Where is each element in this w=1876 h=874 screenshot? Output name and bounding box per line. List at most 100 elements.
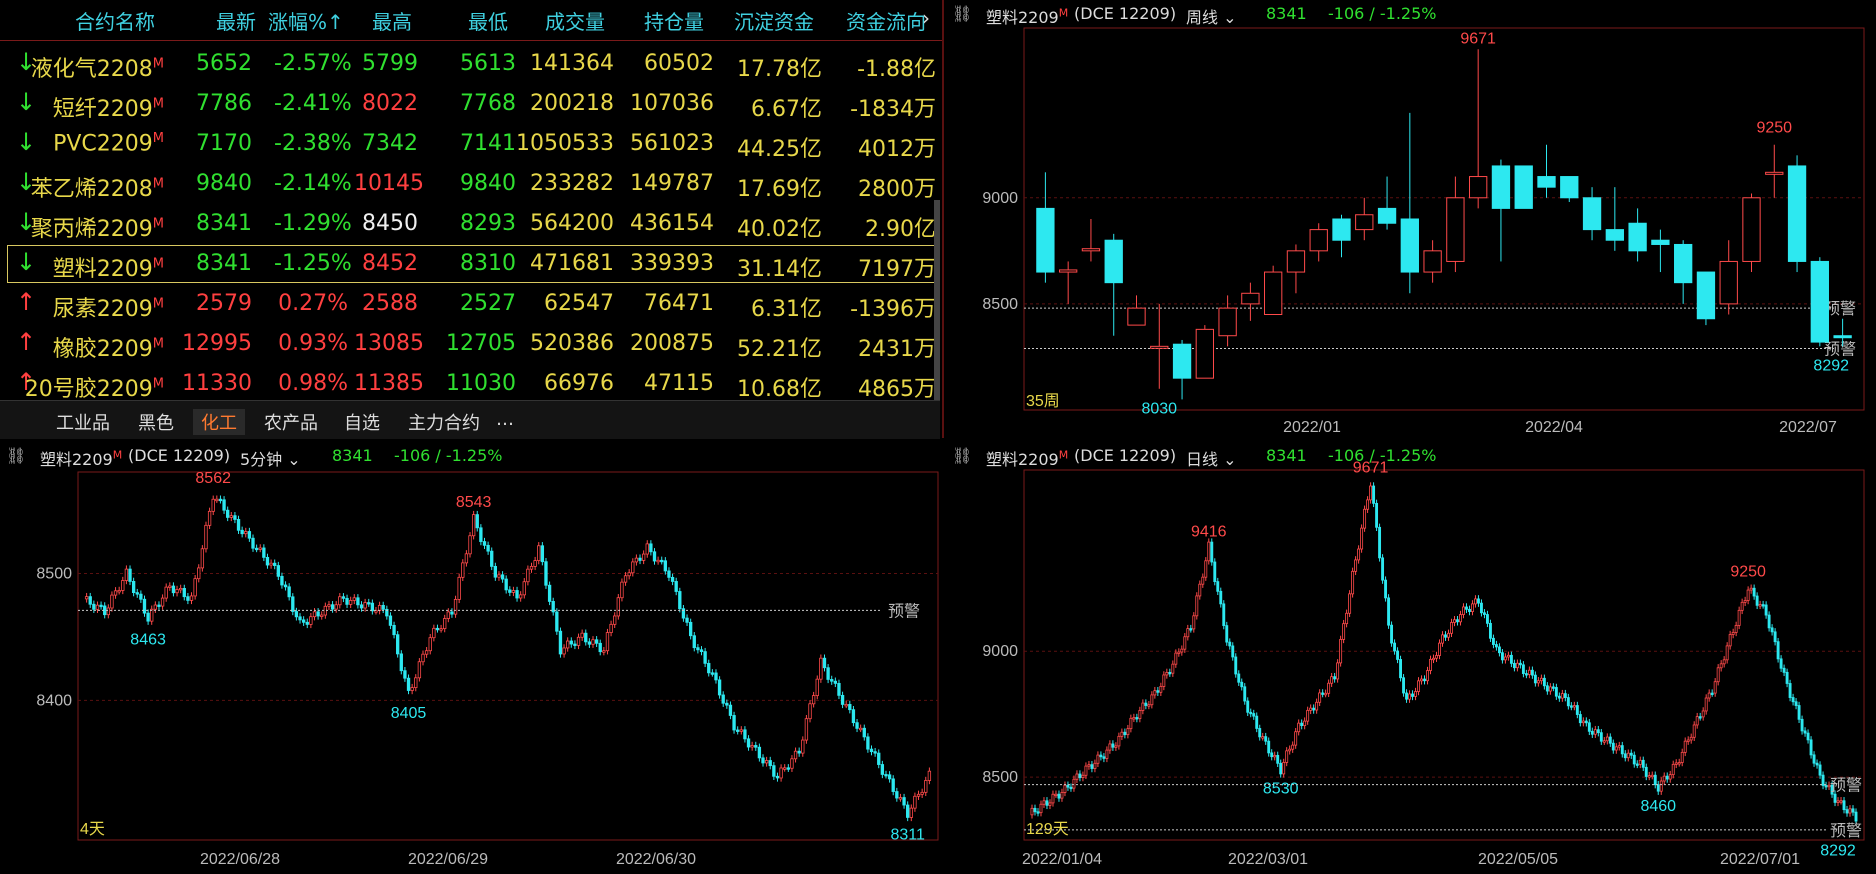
header-fund[interactable]: 沉淀资金 (734, 6, 814, 35)
candle-body (613, 615, 617, 625)
cell-high: 5799 (362, 51, 418, 76)
tab-industrial[interactable]: 工业品 (56, 409, 110, 435)
candle-body (1797, 705, 1801, 720)
candle-body (124, 568, 129, 581)
header-volume[interactable]: 成交量 (545, 6, 605, 35)
candle-body (1384, 579, 1388, 599)
weekly-chart-panel[interactable]: ⛓ 塑料2209M (DCE 12209) 周线 ⌄ 8341 -106 / -… (946, 0, 1876, 438)
high-label: 9671 (1353, 459, 1389, 476)
five-minute-chart-panel[interactable]: ⛓ 塑料2209M (DCE 12209) 5分钟 ⌄ 8341 -106 / … (0, 442, 942, 874)
tab-ferrous[interactable]: 黑色 (138, 409, 174, 435)
table-row[interactable]: ↑ 尿素2209M 2579 0.27% 2588 2527 62547 76471 6.31亿… (6, 284, 936, 324)
candle-body (1710, 692, 1714, 695)
candle-body (1195, 595, 1199, 617)
candle-body (1195, 328, 1214, 379)
candle-body (1126, 728, 1130, 736)
candle-body (1363, 508, 1367, 529)
candle-body (504, 578, 508, 591)
candle-body (1059, 269, 1078, 273)
candle-body (435, 627, 440, 631)
weekly-candlestick-chart[interactable]: 90008500 预警预警967192508030829235周2022/01 20… (946, 0, 1876, 438)
header-last[interactable]: 最新 (216, 6, 256, 35)
candle-body (616, 597, 620, 617)
candle-body (645, 543, 649, 555)
header-change[interactable]: 涨幅%↑ (268, 6, 344, 35)
candle-body (388, 615, 393, 626)
table-scrollbar[interactable] (934, 200, 940, 400)
table-row[interactable]: ↓ 塑料2209M 8341 -1.25% 8452 8310 471681 339393 31… (6, 244, 936, 284)
candle-body (692, 635, 696, 649)
candle-body (909, 807, 913, 818)
candle-body (363, 602, 367, 609)
table-row[interactable]: ↓ 液化气2208M 5652 -2.57% 5799 5613 141364 60502 17… (6, 44, 936, 84)
candle-body (627, 572, 631, 577)
candle-body (1800, 718, 1804, 732)
candle-body (1417, 680, 1420, 692)
candle-body (1168, 671, 1172, 675)
candle-body (1500, 652, 1504, 661)
candle-body (576, 636, 581, 646)
candle-body (164, 586, 168, 599)
cell-high: 8452 (362, 251, 418, 276)
candle-body (367, 602, 371, 605)
candle-body (609, 623, 613, 633)
chevron-right-icon[interactable]: › (922, 6, 930, 30)
candle-body (1117, 735, 1121, 747)
cell-oi: 436154 (630, 211, 714, 236)
candle-body (338, 596, 342, 606)
table-row[interactable]: ↓ 短纤2209M 7786 -2.41% 8022 7768 200218 107036 6.… (6, 84, 936, 124)
candle-body (566, 640, 570, 649)
alert-label: 预警 (1824, 340, 1856, 358)
candle-body (175, 589, 179, 594)
candle-body (1090, 764, 1094, 769)
candle-body (1742, 197, 1761, 262)
tab-more[interactable]: … (496, 409, 514, 430)
five-minute-candlestick-chart[interactable]: 8500 8400 8562 8543 8463 8405 8311 4天 2022/06/28… (0, 442, 942, 874)
candle-body (855, 722, 859, 729)
candle-body (258, 547, 262, 550)
header-flow[interactable]: 资金流向 (846, 6, 926, 35)
header-name[interactable]: 合约名称 (75, 6, 155, 35)
candle-body (1378, 526, 1382, 559)
candle-body (1545, 685, 1549, 692)
table-row[interactable]: ↓ 聚丙烯2209M 8341 -1.29% 8450 8293 564200 436154 4… (6, 204, 936, 244)
cell-fund: 40.02亿 (737, 217, 822, 242)
candle-body (211, 498, 215, 512)
cell-low: 11030 (446, 371, 516, 396)
candle-body (1765, 171, 1784, 175)
header-open-interest[interactable]: 持仓量 (644, 6, 704, 35)
header-low[interactable]: 最低 (468, 6, 508, 35)
candle-body (1623, 753, 1627, 759)
candle-body (1276, 754, 1280, 764)
candle-body (1662, 775, 1666, 782)
candle-body (1740, 601, 1744, 611)
candle-body (1456, 619, 1459, 623)
tab-main-contracts[interactable]: 主力合约 (408, 409, 480, 435)
x-tick-label: 2022/01/04 (1022, 851, 1102, 868)
candle-body (598, 642, 602, 653)
candle-body (1309, 707, 1313, 711)
candle-body (1806, 732, 1810, 741)
table-row[interactable]: ↑ 20号胶2209M 11330 0.98% 11385 11030 66976 47115… (6, 364, 936, 404)
cell-flow: 4012万 (858, 137, 936, 162)
candle-body (84, 596, 89, 600)
tab-chemical[interactable]: 化工 (193, 409, 245, 435)
cell-flow: 2.90亿 (865, 217, 936, 242)
candle-body (1036, 207, 1055, 273)
candle-body (1537, 176, 1556, 188)
candle-body (1201, 576, 1205, 585)
table-row[interactable]: ↓ 苯乙烯2208M 9840 -2.14% 10145 9840 233282 149787… (6, 164, 936, 204)
candle-body (348, 600, 353, 605)
table-row[interactable]: ↑ 橡胶2209M 12995 0.93% 13085 12705 520386 200875… (6, 324, 936, 364)
tab-agriculture[interactable]: 农产品 (264, 409, 318, 435)
table-row[interactable]: ↓ PVC2209M 7170 -2.38% 7342 7141 1050533 561023… (6, 124, 936, 164)
header-high[interactable]: 最高 (372, 6, 412, 35)
daily-chart-panel[interactable]: ⛓ 塑料2209M (DCE 12209) 日线 ⌄ 8341 -106 / -… (946, 442, 1876, 874)
candle-body (1066, 784, 1070, 788)
tab-watchlist[interactable]: 自选 (344, 409, 380, 435)
cell-oi: 561023 (630, 131, 714, 156)
cell-fund: 52.21亿 (737, 337, 822, 362)
candle-body (233, 515, 237, 520)
daily-candlestick-chart[interactable]: 90008500941696719250853084608292129天2022… (946, 442, 1876, 874)
candle-body (1332, 218, 1351, 241)
